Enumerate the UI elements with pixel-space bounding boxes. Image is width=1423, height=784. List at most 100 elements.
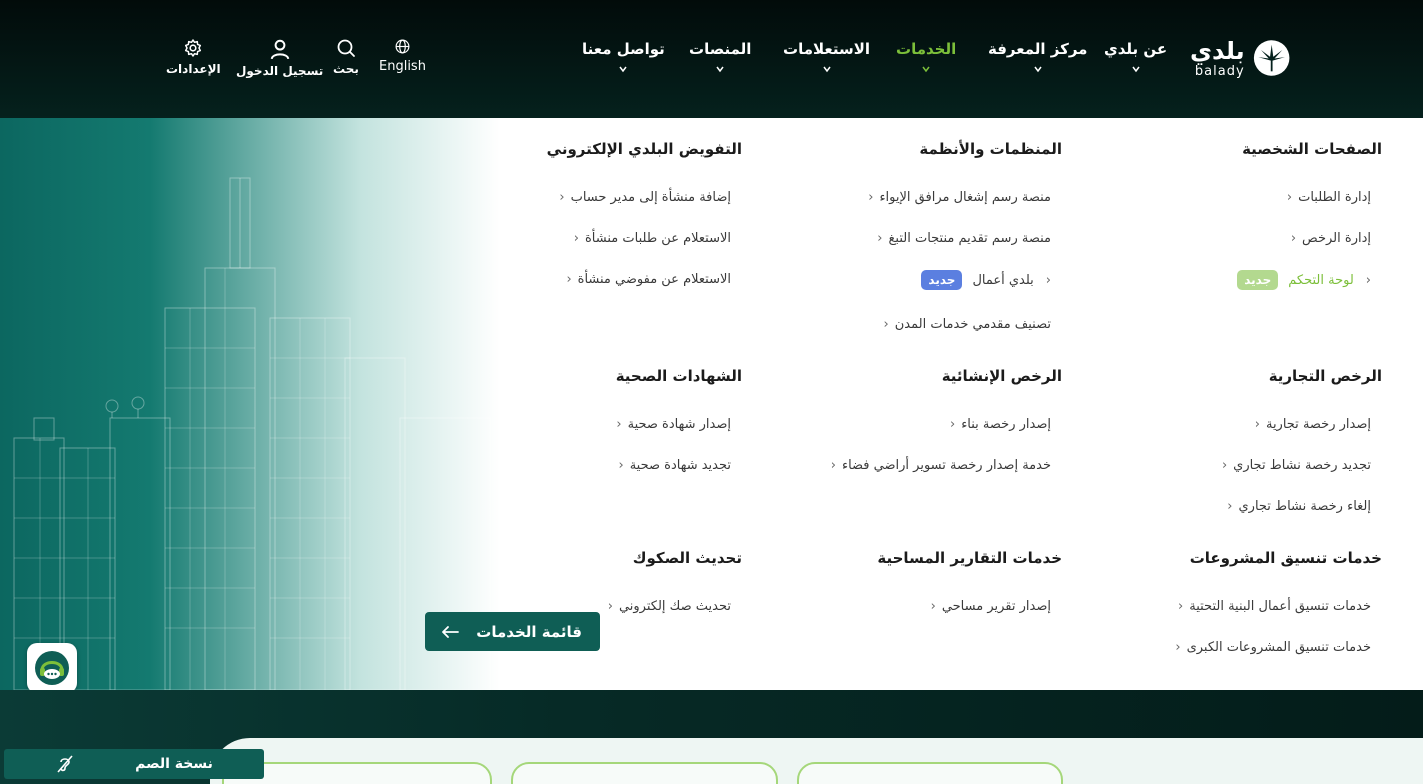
menu-link-text: إلغاء رخصة نشاط تجاري (1238, 499, 1372, 514)
nav-label: الاستعلامات (783, 40, 871, 58)
menu-link-text: إصدار رخصة بناء (961, 417, 1051, 432)
menu-link-issue-survey-report[interactable]: إصدار تقرير مساحي ‹ (925, 599, 1051, 614)
menu-title-health-certificates: الشهادات الصحية (615, 367, 742, 385)
menu-link-add-facility[interactable]: إضافة منشأة إلى مدير حساب ‹ (553, 190, 731, 205)
chevron-left-icon: ‹ (1175, 640, 1181, 655)
chevron-left-icon: ‹ (1227, 499, 1233, 514)
menu-link-tobacco-fee[interactable]: منصة رسم تقديم منتجات التبغ ‹ (871, 231, 1051, 246)
nav-label: المنصات (689, 40, 752, 58)
globe-icon (395, 39, 410, 54)
menu-title-commercial-licenses: الرخص التجارية (1268, 367, 1382, 385)
nav-services[interactable]: الخدمات (896, 40, 956, 84)
menu-link-dashboard[interactable]: لوحة التحكم جديد ‹ (1237, 270, 1371, 290)
menu-link-major-projects-coordination[interactable]: خدمات تنسيق المشروعات الكبرى ‹ (1169, 640, 1371, 655)
search-button[interactable]: بحث (333, 38, 359, 76)
menu-link-infrastructure-coordination[interactable]: خدمات تنسيق أعمال البنية التحتية ‹ (1172, 599, 1371, 614)
chevron-left-icon: ‹ (883, 317, 889, 332)
menu-link-renew-health-certificate[interactable]: تجديد شهادة صحية ‹ (612, 458, 731, 473)
services-list-label: قائمة الخدمات (476, 622, 582, 641)
menu-link-renew-commercial-license[interactable]: تجديد رخصة نشاط تجاري ‹ (1216, 458, 1371, 473)
nav-contact-us[interactable]: تواصل معنا (582, 40, 665, 84)
logo-english: balady (1194, 63, 1245, 79)
new-badge: جديد (1237, 270, 1279, 290)
search-icon (337, 39, 355, 57)
chevron-down-icon (822, 66, 831, 73)
language-label: English (379, 59, 426, 74)
menu-link-manage-licenses[interactable]: إدارة الرخص ‹ (1285, 231, 1371, 246)
menu-link-text: منصة رسم إشغال مرافق الإيواء (879, 190, 1051, 205)
nav-about-balady[interactable]: عن بلدي (1104, 40, 1167, 84)
chevron-left-icon: ‹ (877, 231, 883, 246)
chevron-down-icon (1034, 66, 1042, 73)
chevron-left-icon: ‹ (868, 190, 874, 205)
city-skyline-icon (13, 177, 491, 690)
deaf-version-button[interactable]: نسخة الصم (4, 749, 264, 779)
menu-link-update-e-deed[interactable]: تحديث صك إلكتروني ‹ (602, 599, 731, 614)
menu-link-balady-business[interactable]: ‹ بلدي أعمال جديد (921, 270, 1051, 290)
services-mega-menu: الصفحات الشخصية إدارة الطلبات ‹ إدارة الر… (0, 118, 1423, 690)
city-illustration-panel (0, 118, 500, 690)
language-switch[interactable]: English (379, 38, 426, 74)
search-label: بحث (333, 62, 359, 76)
site-header: بلدي balady عن بلدي مركز المعرفة الخدمات… (0, 0, 1423, 118)
chevron-left-icon: ‹ (559, 190, 565, 205)
headset-support-icon (35, 651, 69, 685)
menu-link-text: بلدي أعمال (972, 272, 1034, 288)
logo-arabic: بلدي (1190, 36, 1245, 65)
menu-link-text: لوحة التحكم (1288, 272, 1354, 288)
menu-link-facility-requests[interactable]: الاستعلام عن طلبات منشأة ‹ (568, 231, 731, 246)
menu-link-issue-commercial-license[interactable]: إصدار رخصة تجارية ‹ (1249, 417, 1371, 432)
settings-button[interactable]: الإعدادات (166, 38, 221, 76)
menu-link-text: خدمات تنسيق المشروعات الكبرى (1186, 640, 1371, 655)
menu-link-text: تصنيف مقدمي خدمات المدن (894, 317, 1051, 332)
menu-link-text: خدمة إصدار رخصة تسوير أراضي فضاء (841, 458, 1051, 473)
logo-text: بلدي balady (1190, 39, 1245, 78)
service-card[interactable] (511, 762, 778, 784)
chevron-left-icon: ‹ (1045, 272, 1051, 288)
menu-link-city-services-classification[interactable]: تصنيف مقدمي خدمات المدن ‹ (878, 317, 1051, 332)
menu-link-text: إصدار شهادة صحية (627, 417, 731, 432)
new-badge: جديد (921, 270, 963, 290)
chevron-down-icon (716, 66, 724, 73)
nav-label: مركز المعرفة (988, 40, 1088, 58)
nav-platforms[interactable]: المنصات (689, 40, 751, 84)
menu-link-text: إضافة منشأة إلى مدير حساب (570, 190, 731, 205)
menu-link-issue-building-permit[interactable]: إصدار رخصة بناء ‹ (944, 417, 1051, 432)
menu-link-accommodation-fee[interactable]: منصة رسم إشغال مرافق الإيواء ‹ (862, 190, 1051, 205)
menu-link-manage-requests[interactable]: إدارة الطلبات ‹ (1281, 190, 1371, 205)
support-chat-button[interactable] (27, 643, 77, 693)
menu-link-text: منصة رسم تقديم منتجات التبغ (888, 231, 1051, 246)
menu-link-cancel-commercial-license[interactable]: إلغاء رخصة نشاط تجاري ‹ (1221, 499, 1371, 514)
hearing-impaired-icon (57, 755, 73, 773)
menu-link-text: تجديد رخصة نشاط تجاري (1233, 458, 1371, 473)
gear-icon (185, 39, 202, 57)
chevron-left-icon: ‹ (1365, 272, 1371, 288)
services-list-button[interactable]: قائمة الخدمات (425, 612, 600, 651)
menu-link-text: خدمات تنسيق أعمال البنية التحتية (1189, 599, 1371, 614)
menu-link-text: تجديد شهادة صحية (629, 458, 731, 473)
chevron-left-icon: ‹ (1221, 458, 1228, 473)
chevron-left-icon: ‹ (616, 417, 622, 432)
menu-link-text: إصدار تقرير مساحي (941, 599, 1051, 614)
nav-label: الخدمات (896, 40, 957, 58)
login-label: تسجيل الدخول (236, 64, 324, 78)
chevron-down-icon (619, 66, 627, 73)
chevron-left-icon: ‹ (949, 417, 956, 432)
menu-title-deed-update: تحديث الصكوك (632, 549, 742, 567)
balady-logo[interactable]: بلدي balady (1190, 36, 1290, 80)
chevron-left-icon: ‹ (573, 231, 579, 246)
menu-link-text: إدارة الطلبات (1298, 190, 1371, 205)
menu-title-personal-pages: الصفحات الشخصية (1242, 140, 1382, 158)
nav-inquiries[interactable]: الاستعلامات (783, 40, 870, 84)
menu-link-land-fencing-permit[interactable]: خدمة إصدار رخصة تسوير أراضي فضاء ‹ (825, 458, 1051, 473)
nav-knowledge-center[interactable]: مركز المعرفة (988, 40, 1087, 84)
menu-link-text: الاستعلام عن طلبات منشأة (585, 231, 731, 246)
deaf-version-label: نسخة الصم (135, 756, 213, 772)
chevron-left-icon: ‹ (618, 458, 624, 473)
login-button[interactable]: تسجيل الدخول (236, 38, 323, 78)
chevron-left-icon: ‹ (1290, 231, 1297, 246)
menu-link-issue-health-certificate[interactable]: إصدار شهادة صحية ‹ (610, 417, 731, 432)
chevron-down-icon (1131, 66, 1140, 73)
menu-link-facility-delegates[interactable]: الاستعلام عن مفوضي منشأة ‹ (560, 272, 731, 287)
service-card[interactable] (797, 762, 1063, 784)
